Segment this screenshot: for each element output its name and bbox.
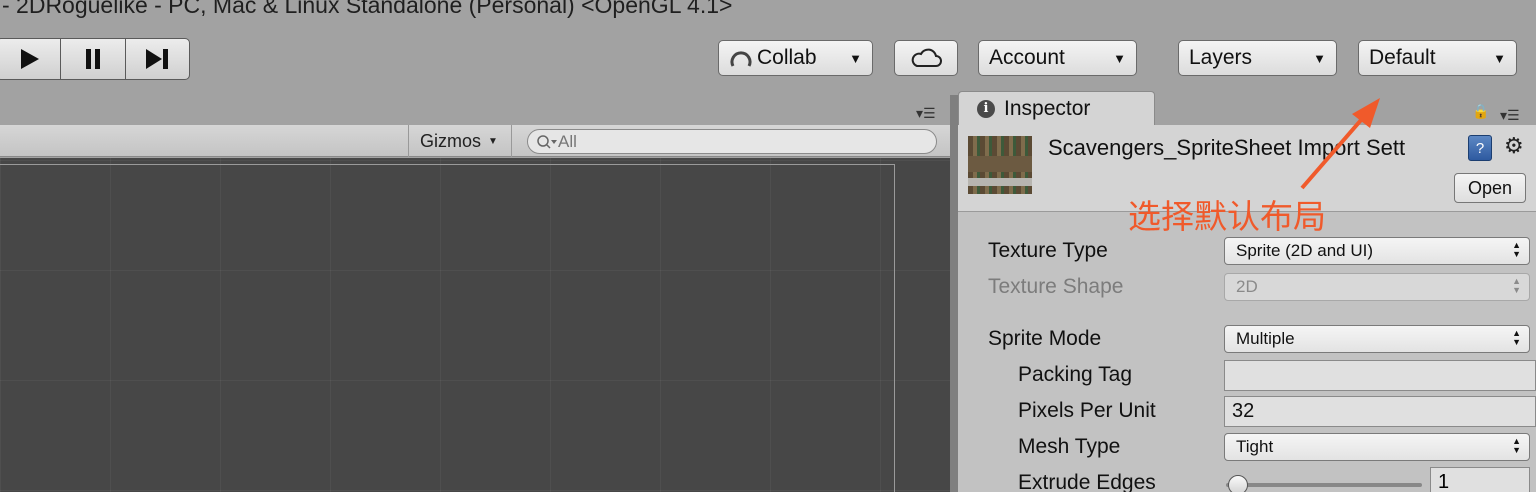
extrude-edges-label: Extrude Edges (1018, 471, 1156, 492)
packing-tag-field[interactable] (1224, 360, 1536, 391)
step-button[interactable] (126, 39, 189, 79)
texture-shape-label: Texture Shape (988, 275, 1124, 298)
collab-button[interactable]: Collab ▼ (718, 40, 873, 76)
scene-search-input[interactable]: All (527, 129, 937, 154)
pixels-per-unit-field[interactable]: 32 (1224, 396, 1536, 427)
account-label: Account (989, 46, 1065, 69)
cloud-button[interactable] (894, 40, 958, 76)
mesh-type-label: Mesh Type (1018, 435, 1121, 458)
annotation-arrow-icon (1300, 98, 1380, 190)
pixels-per-unit-label: Pixels Per Unit (1018, 399, 1156, 422)
extrude-edges-field[interactable]: 1 (1430, 467, 1530, 492)
layout-label: Default (1369, 46, 1436, 69)
gizmos-label: Gizmos (420, 130, 482, 151)
playback-controls (0, 38, 190, 80)
play-button[interactable] (0, 39, 62, 79)
sprite-mode-dropdown[interactable]: Multiple ▲ ▼ (1224, 325, 1530, 353)
inspector-panel: i Inspector 🔒 ▾☰ Scavengers_SpriteSheet … (958, 91, 1536, 492)
collab-icon (730, 51, 752, 67)
collab-label: Collab (757, 46, 817, 69)
step-icon (146, 49, 169, 69)
layers-label: Layers (1189, 46, 1253, 69)
texture-type-label: Texture Type (988, 239, 1108, 262)
packing-tag-label: Packing Tag (1018, 363, 1133, 386)
inspector-tabstrip: i Inspector 🔒 ▾☰ (958, 91, 1536, 125)
camera-frame (0, 164, 895, 492)
window-title: - 2DRoguelike - PC, Mac & Linux Standalo… (2, 0, 733, 18)
chevron-down-icon: ▼ (1113, 50, 1126, 66)
chevron-down-icon: ▼ (1493, 50, 1506, 66)
main-toolbar: Collab ▼ Account ▼ Layers ▼ Default ▼ (0, 20, 1536, 95)
updown-arrows-icon: ▲ ▼ (1512, 436, 1521, 455)
chevron-down-icon: ▼ (488, 135, 498, 147)
gear-icon[interactable]: ⚙ (1504, 133, 1524, 159)
scene-toolbar: Gizmos ▼ All (0, 125, 950, 157)
extrude-edges-slider-handle[interactable] (1228, 475, 1248, 492)
search-placeholder: All (558, 131, 577, 151)
pause-button[interactable] (61, 39, 126, 79)
panel-divider[interactable] (950, 95, 958, 492)
lock-icon[interactable]: 🔒 (1472, 103, 1489, 120)
updown-arrows-icon: ▲ ▼ (1512, 240, 1521, 259)
chevron-down-icon: ▼ (849, 50, 862, 66)
chevron-down-icon: ▼ (1313, 50, 1326, 66)
layout-dropdown[interactable]: Default ▼ (1358, 40, 1517, 76)
sprite-thumbnail (968, 136, 1032, 194)
updown-arrows-icon: ▲ ▼ (1512, 328, 1521, 347)
panel-menu-icon[interactable]: ▾☰ (916, 105, 936, 122)
tab-inspector[interactable]: i Inspector (958, 91, 1155, 125)
extrude-edges-slider[interactable] (1226, 483, 1422, 487)
play-icon (20, 49, 39, 69)
scene-view: ▾☰ Gizmos ▼ All (0, 95, 950, 492)
texture-type-value: Sprite (2D and UI) (1236, 241, 1373, 260)
pause-icon (85, 49, 100, 69)
texture-shape-value: 2D (1236, 277, 1258, 296)
help-book-icon[interactable]: ? (1468, 135, 1492, 161)
updown-arrows-icon: ▲ ▼ (1512, 276, 1521, 295)
panel-menu-icon[interactable]: ▾☰ (1500, 107, 1520, 124)
mesh-type-value: Tight (1236, 437, 1274, 456)
gizmos-dropdown[interactable]: Gizmos ▼ (408, 125, 512, 157)
search-icon (537, 134, 557, 149)
sprite-mode-value: Multiple (1236, 329, 1295, 348)
layers-dropdown[interactable]: Layers ▼ (1178, 40, 1337, 76)
texture-shape-dropdown: 2D ▲ ▼ (1224, 273, 1530, 301)
info-icon: i (977, 99, 995, 118)
scene-viewport[interactable] (0, 158, 950, 492)
annotation-text: 选择默认布局 (1128, 197, 1326, 236)
open-button[interactable]: Open (1454, 173, 1526, 203)
cloud-icon (911, 48, 942, 67)
tab-inspector-label: Inspector (1004, 96, 1091, 120)
texture-type-dropdown[interactable]: Sprite (2D and UI) ▲ ▼ (1224, 237, 1530, 265)
account-dropdown[interactable]: Account ▼ (978, 40, 1137, 76)
sprite-mode-label: Sprite Mode (988, 327, 1102, 350)
mesh-type-dropdown[interactable]: Tight ▲ ▼ (1224, 433, 1530, 461)
